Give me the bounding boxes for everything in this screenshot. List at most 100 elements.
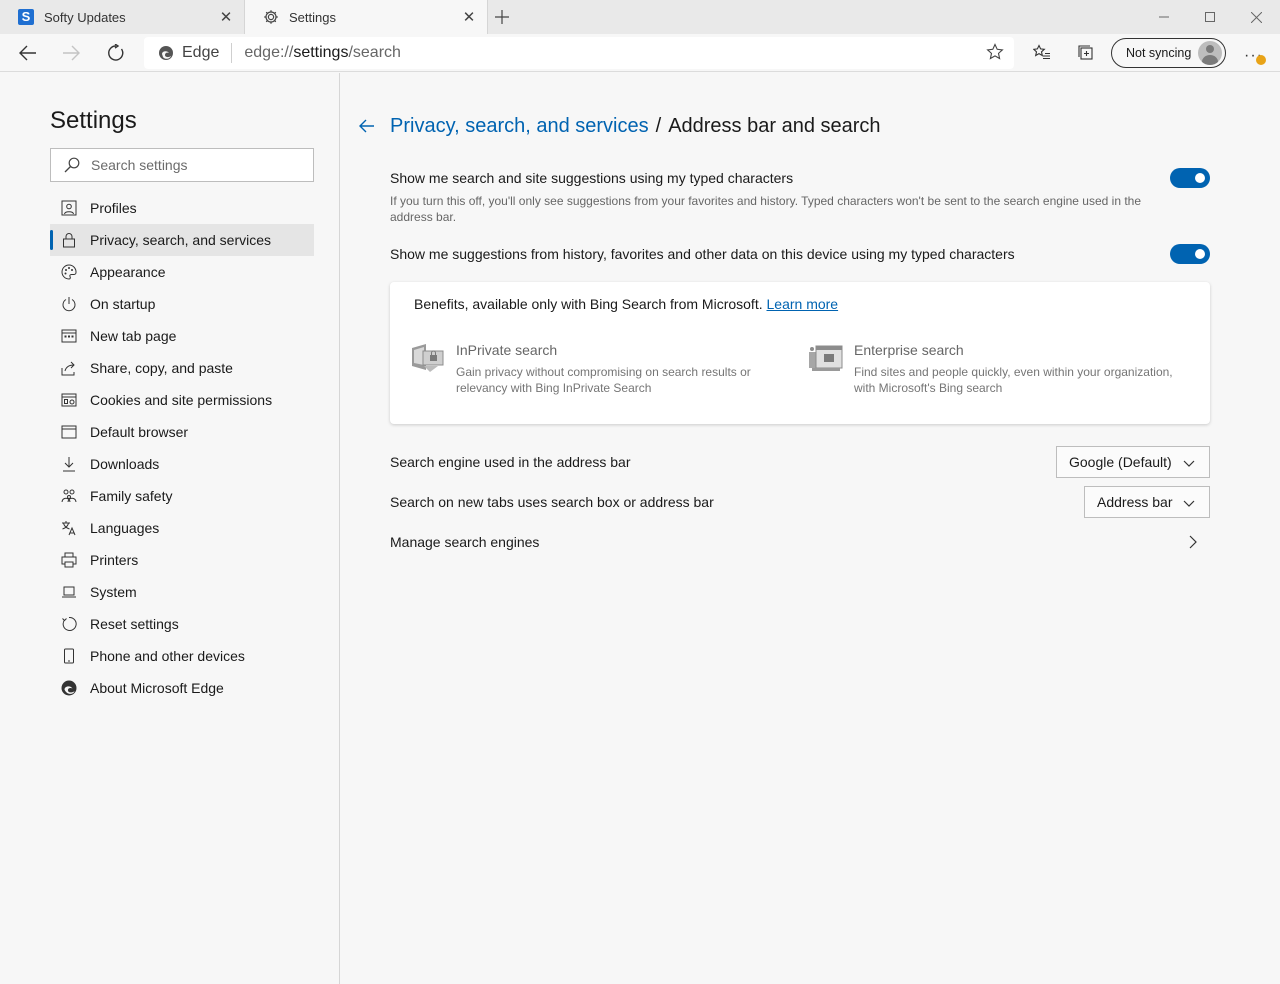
bing-benefits-card: Benefits, available only with Bing Searc… (390, 282, 1210, 424)
settings-sidebar: Settings Search settings Profiles Privac… (0, 73, 340, 984)
history-suggestions-toggle[interactable] (1170, 244, 1210, 264)
sync-label: Not syncing (1126, 46, 1192, 60)
softy-s-icon: S (18, 9, 34, 25)
sidebar-item-about-edge[interactable]: About Microsoft Edge (50, 672, 314, 704)
sidebar-item-label: Phone and other devices (90, 648, 245, 664)
back-icon[interactable] (12, 37, 44, 69)
tab-strip: S Softy Updates ✕ Settings ✕ (0, 0, 1280, 34)
sidebar-item-label: Printers (90, 552, 139, 568)
sidebar-item-profiles[interactable]: Profiles (50, 192, 314, 224)
maximize-icon[interactable] (1187, 0, 1233, 34)
search-engine-dropdown[interactable]: Google (Default) (1056, 446, 1210, 478)
feature-description: Gain privacy without compromising on sea… (456, 365, 751, 395)
sidebar-item-privacy[interactable]: Privacy, search, and services (50, 224, 314, 256)
sidebar-item-share-copy-paste[interactable]: Share, copy, and paste (50, 352, 314, 384)
grid-page-icon (60, 327, 78, 345)
breadcrumb-parent-link[interactable]: Privacy, search, and services (390, 115, 649, 138)
enterprise-search-icon (808, 342, 844, 374)
url-text: edge://settings/search (244, 44, 401, 61)
sidebar-item-languages[interactable]: Languages (50, 512, 314, 544)
sidebar-item-label: Downloads (90, 456, 160, 472)
sidebar-item-cookies[interactable]: Cookies and site permissions (50, 384, 314, 416)
bing-benefits-heading: Benefits, available only with Bing Searc… (414, 296, 839, 312)
lock-icon (60, 231, 78, 249)
manage-search-engines-row[interactable]: Manage search engines (390, 531, 1210, 555)
sidebar-item-on-startup[interactable]: On startup (50, 288, 314, 320)
sidebar-item-label: New tab page (90, 328, 177, 344)
sidebar-item-phone-devices[interactable]: Phone and other devices (50, 640, 314, 672)
new-tab-search-dropdown[interactable]: Address bar (1084, 486, 1210, 518)
sidebar-title: Settings (50, 107, 137, 134)
chevron-down-icon (1183, 496, 1195, 508)
new-tab-icon[interactable] (492, 6, 512, 28)
share-icon (60, 359, 78, 377)
search-icon (63, 156, 81, 174)
gear-icon (263, 9, 279, 25)
collections-icon[interactable] (1070, 37, 1102, 69)
sidebar-item-label: Default browser (90, 424, 189, 440)
sidebar-item-system[interactable]: System (50, 576, 314, 608)
download-icon (60, 455, 78, 473)
family-icon (60, 487, 78, 505)
sidebar-item-new-tab-page[interactable]: New tab page (50, 320, 314, 352)
edge-site-info[interactable]: Edge (144, 43, 233, 63)
phone-icon (60, 647, 78, 665)
forward-icon[interactable] (55, 37, 87, 69)
chevron-down-icon (1183, 456, 1195, 468)
sidebar-item-reset-settings[interactable]: Reset settings (50, 608, 314, 640)
back-arrow-icon[interactable] (359, 117, 377, 135)
tab-settings[interactable]: Settings ✕ (244, 0, 488, 34)
more-menu-button[interactable]: ··· (1238, 37, 1268, 69)
search-settings-input[interactable]: Search settings (50, 148, 314, 182)
sidebar-item-label: Appearance (90, 264, 166, 280)
tab-softy-updates[interactable]: S Softy Updates ✕ (0, 0, 244, 34)
sidebar-item-label: On startup (90, 296, 156, 312)
sidebar-item-label: Cookies and site permissions (90, 392, 273, 408)
sidebar-item-printers[interactable]: Printers (50, 544, 314, 576)
new-tab-search-value: Address bar (1097, 494, 1173, 510)
sidebar-item-label: Privacy, search, and services (90, 232, 272, 248)
toolbar: Edge edge://settings/search Not syncing … (0, 34, 1280, 72)
breadcrumb: Privacy, search, and services / Address … (359, 113, 881, 139)
profile-sync-button[interactable]: Not syncing (1111, 38, 1226, 68)
search-suggestions-label: Show me search and site suggestions usin… (390, 170, 794, 186)
tab-title: Softy Updates (44, 9, 126, 25)
close-window-icon[interactable] (1233, 0, 1279, 34)
tab-title: Settings (289, 9, 336, 25)
edge-logo-icon (60, 679, 78, 697)
favorites-icon[interactable] (1026, 37, 1058, 69)
address-bar[interactable]: Edge edge://settings/search (144, 37, 1014, 69)
sidebar-item-label: Share, copy, and paste (90, 360, 233, 376)
feature-title: Enterprise search (854, 342, 964, 358)
search-engine-value: Google (Default) (1069, 454, 1172, 470)
manage-search-engines-label: Manage search engines (390, 534, 540, 550)
search-placeholder: Search settings (91, 157, 188, 173)
refresh-icon[interactable] (100, 37, 132, 69)
favorite-star-icon[interactable] (986, 43, 1004, 66)
avatar (1198, 41, 1222, 65)
search-suggestions-description: If you turn this off, you'll only see su… (390, 194, 1142, 224)
page-title: Address bar and search (668, 114, 881, 137)
sidebar-item-appearance[interactable]: Appearance (50, 256, 314, 288)
sidebar-item-label: System (90, 584, 137, 600)
learn-more-link[interactable]: Learn more (767, 296, 839, 312)
sidebar-item-default-browser[interactable]: Default browser (50, 416, 314, 448)
history-suggestions-label: Show me suggestions from history, favori… (390, 246, 1015, 262)
close-tab-icon[interactable]: ✕ (218, 9, 234, 26)
minimize-icon[interactable] (1141, 0, 1187, 34)
cookies-icon (60, 391, 78, 409)
profile-card-icon (60, 199, 78, 217)
search-engine-label: Search engine used in the address bar (390, 454, 631, 470)
sidebar-item-family-safety[interactable]: Family safety (50, 480, 314, 512)
browser-icon (60, 423, 78, 441)
sidebar-item-downloads[interactable]: Downloads (50, 448, 314, 480)
sidebar-nav: Profiles Privacy, search, and services A… (50, 192, 314, 704)
palette-icon (60, 263, 78, 281)
reset-icon (60, 615, 78, 633)
close-tab-icon[interactable]: ✕ (461, 9, 477, 26)
sidebar-item-label: Reset settings (90, 616, 179, 632)
laptop-icon (60, 583, 78, 601)
search-suggestions-toggle[interactable] (1170, 168, 1210, 188)
languages-icon (60, 519, 78, 537)
edge-logo-icon (159, 46, 173, 60)
